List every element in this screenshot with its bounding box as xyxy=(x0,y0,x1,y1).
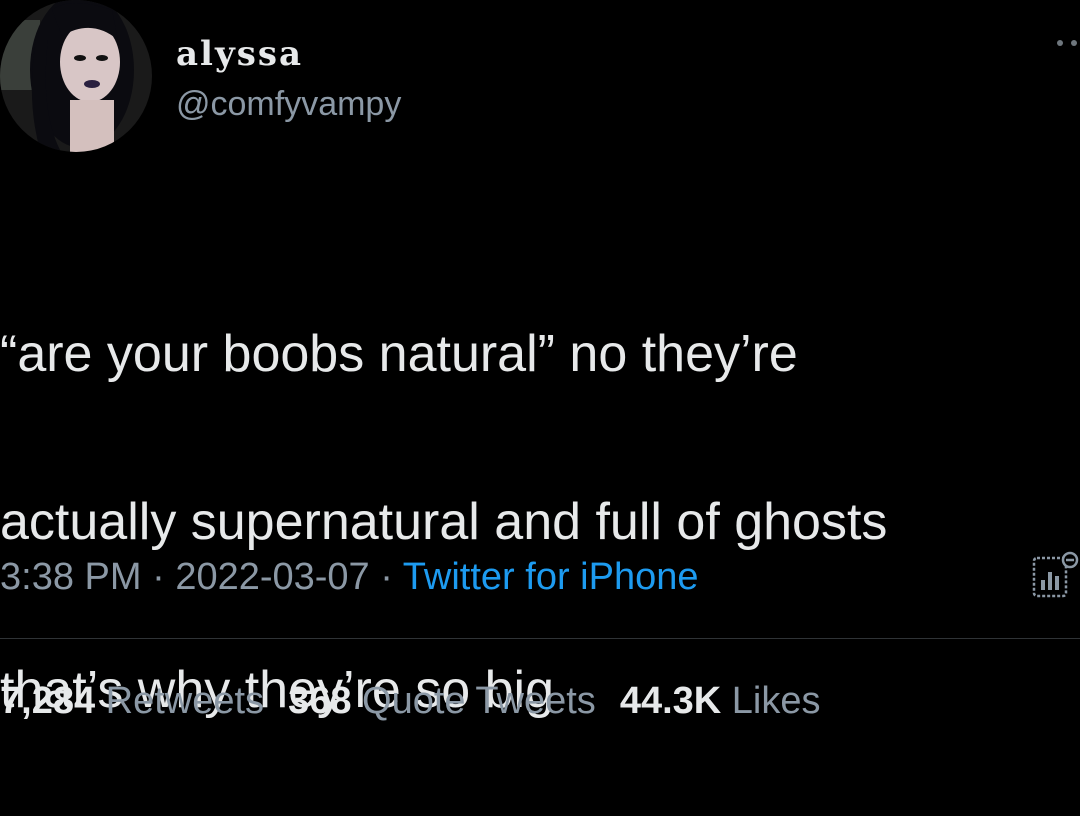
tweet-text-line: “are your boobs natural” no they’re xyxy=(0,325,798,383)
more-options-icon[interactable] xyxy=(1054,36,1080,50)
tweet-source-link[interactable]: Twitter for iPhone xyxy=(403,556,699,598)
likes-count: 44.3K xyxy=(619,680,722,722)
user-handle[interactable]: @comfyvampy xyxy=(176,84,401,124)
meta-separator: · xyxy=(380,556,393,598)
likes-label: Likes xyxy=(731,680,821,722)
retweets-label: Retweets xyxy=(105,680,265,722)
tweet-stats: 7,284 Retweets 368 Quote Tweets 44.3K Like… xyxy=(0,676,821,726)
retweets-stat[interactable]: 7,284 Retweets xyxy=(0,680,264,722)
display-name[interactable]: alyssa xyxy=(176,34,303,74)
tweet-meta: 3:38 PM · 2022-03-07 · Twitter for iPhon… xyxy=(0,552,698,602)
tweet-time[interactable]: 3:38 PM xyxy=(0,556,142,598)
avatar-image xyxy=(0,0,152,152)
meta-separator: · xyxy=(152,556,165,598)
tweet-text: “are your boobs natural” no they’re actu… xyxy=(0,228,1080,816)
avatar[interactable] xyxy=(0,0,152,152)
retweets-count: 7,284 xyxy=(0,680,96,722)
likes-stat[interactable]: 44.3K Likes xyxy=(620,680,821,722)
quote-tweets-count: 368 xyxy=(288,680,352,722)
tweet-analytics-icon[interactable] xyxy=(1030,550,1080,600)
divider xyxy=(0,638,1080,639)
quote-tweets-label: Quote Tweets xyxy=(362,680,596,722)
tweet-date[interactable]: 2022-03-07 xyxy=(175,556,369,598)
quote-tweets-stat[interactable]: 368 Quote Tweets xyxy=(288,680,596,722)
